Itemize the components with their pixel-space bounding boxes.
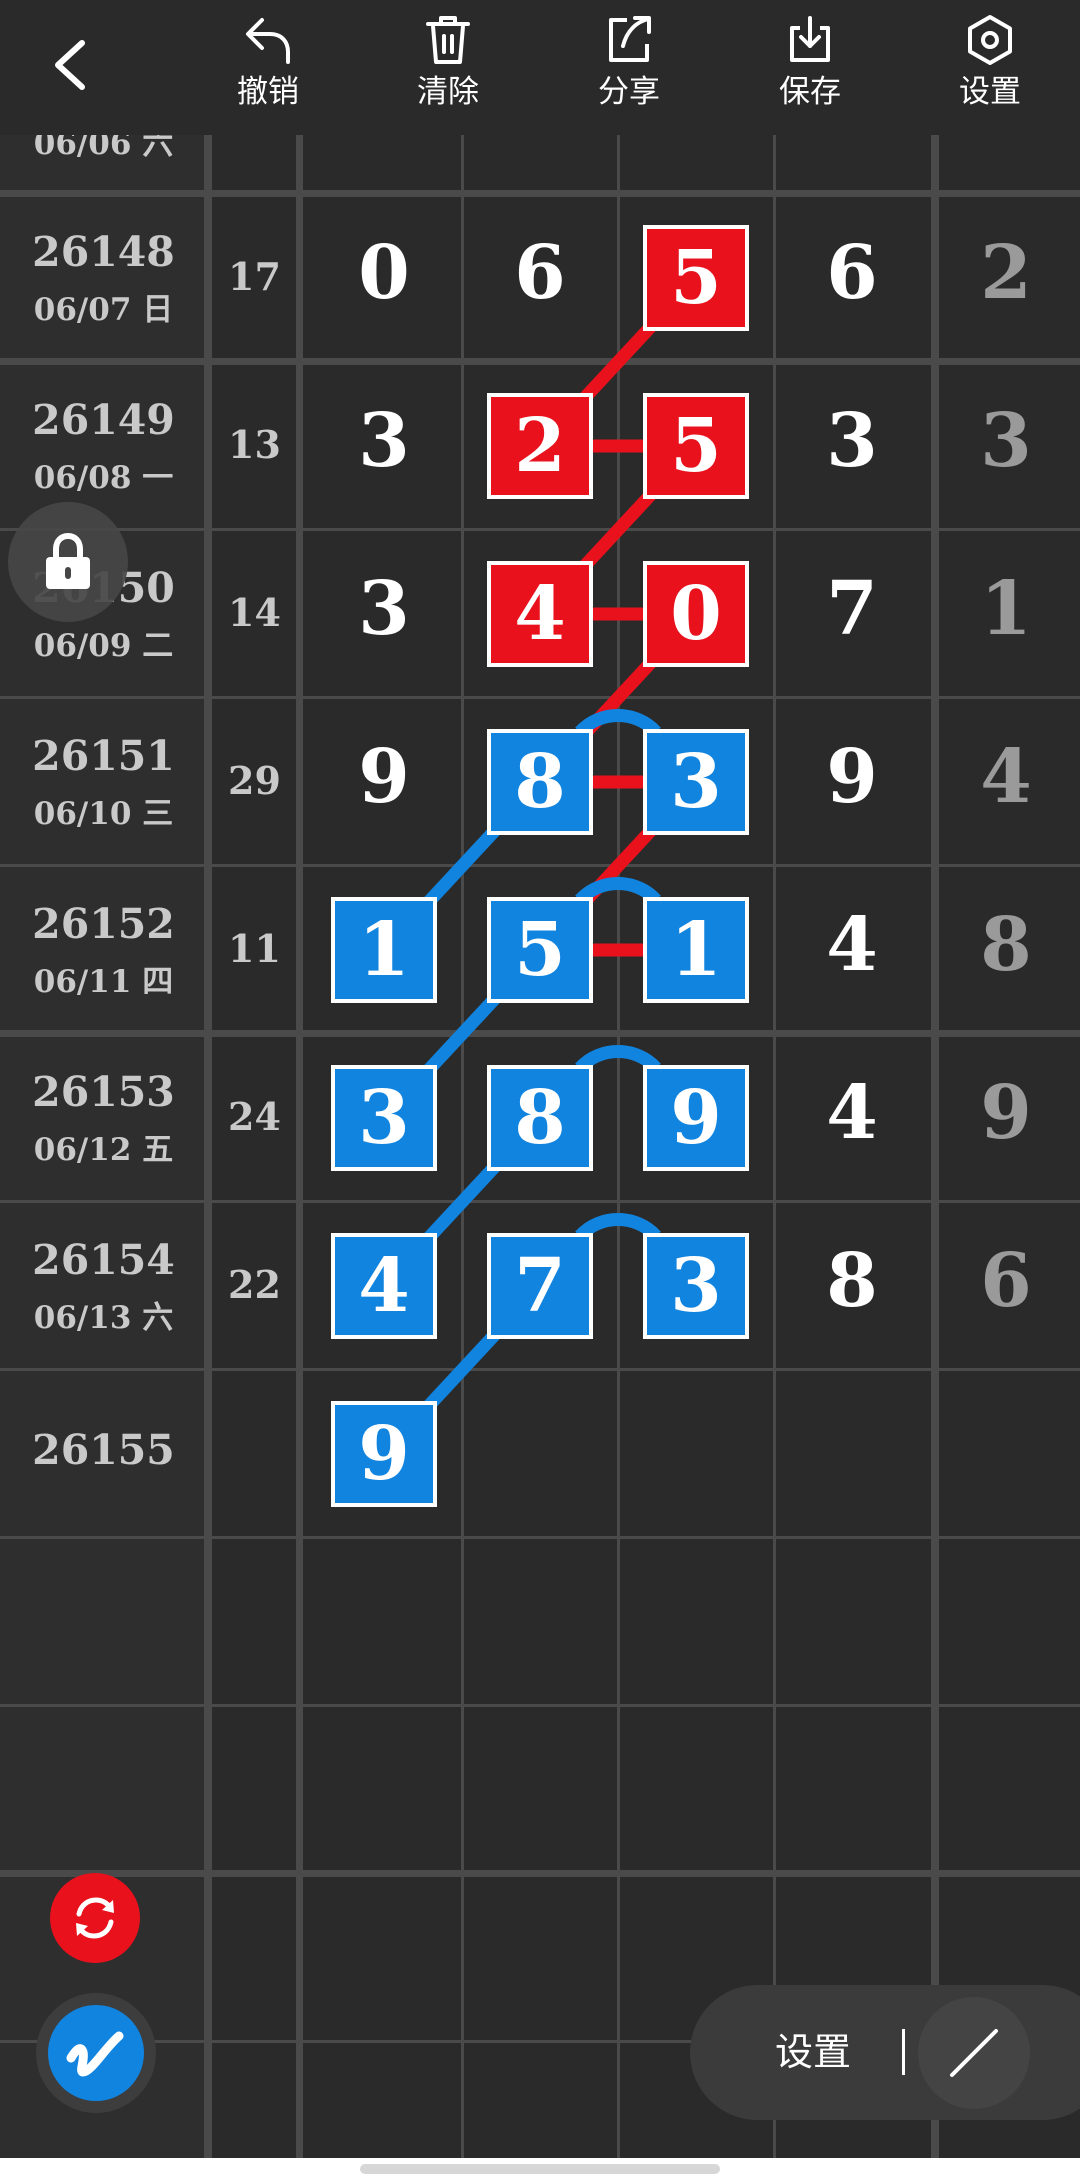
issue-date: 06/13 六 [33,1300,174,1336]
digit-cell[interactable]: 8 [797,1238,907,1324]
clear-label: 清除 [417,74,479,110]
settings-button[interactable]: 设置 [930,12,1050,127]
sum-value: 13 [228,422,281,467]
issue-date: 06/07 日 [33,292,174,328]
pen-tool-button[interactable] [36,1993,156,2113]
sum-value: 14 [228,590,281,635]
blue-highlight-box[interactable]: 8 [487,1065,593,1171]
blue-highlight-box[interactable]: 8 [487,729,593,835]
blue-highlight-box[interactable]: 9 [331,1401,437,1507]
pill-settings-button[interactable]: 设置 [775,1985,851,2120]
blue-highlight-box[interactable]: 5 [487,897,593,1003]
digit-cell[interactable]: 7 [797,566,907,652]
back-button[interactable] [40,30,100,100]
pen-tool-badge [48,2005,144,2101]
issue-number: 26149 [32,396,175,444]
blue-highlight-box[interactable]: 9 [643,1065,749,1171]
app-screen: 06/06 六 26148 06/07 日 17 0 6 5 6 2 26149 06/08 一1… [0,0,1080,2180]
share-label: 分享 [598,74,660,110]
issue-date: 06/09 二 [33,628,174,664]
blue-highlight-box[interactable]: 7 [487,1233,593,1339]
red-highlight-box[interactable]: 5 [643,393,749,499]
issue-number: 26148 [32,228,175,276]
undo-button[interactable]: 撤销 [208,12,328,127]
digit-cell[interactable]: 3 [329,566,439,652]
red-highlight-box[interactable]: 0 [643,561,749,667]
issue-number: 26155 [32,1426,175,1474]
digit-cell[interactable]: 6 [797,230,907,316]
issue-date: 06/10 三 [33,796,174,832]
lock-button[interactable] [8,502,128,622]
red-highlight-box[interactable]: 4 [487,561,593,667]
pill-divider [902,2029,905,2075]
pen-logo-icon [66,2031,124,2077]
trash-icon [426,16,470,64]
trend-chart-grid: 06/06 六 26148 06/07 日 17 0 6 5 6 2 26149 06/08 一1… [0,0,1080,2180]
share-button[interactable]: 分享 [569,12,689,127]
share-icon [609,16,651,62]
save-label: 保存 [779,74,841,110]
lock-icon [46,532,90,589]
blue-highlight-box[interactable]: 3 [643,729,749,835]
line-tool-button[interactable] [918,1997,1030,2109]
digit-cell[interactable]: 6 [485,230,595,316]
digit-cell-extra[interactable]: 2 [951,230,1061,316]
undo-icon [246,18,290,64]
blue-highlight-box[interactable]: 1 [643,897,749,1003]
red-highlight-box[interactable]: 2 [487,393,593,499]
digit-cell[interactable]: 3 [329,398,439,484]
refresh-button[interactable] [50,1873,140,1963]
blue-highlight-box[interactable]: 4 [331,1233,437,1339]
sum-value: 11 [228,926,281,971]
digit-cell[interactable]: 9 [797,734,907,820]
issue-date: 06/08 一 [33,460,174,496]
sum-value: 24 [228,1094,281,1139]
issue-date: 06/12 五 [33,1132,174,1168]
digit-cell-extra[interactable]: 1 [951,566,1061,652]
top-toolbar: 撤销 清除 分享 保存 设置 [0,0,1080,135]
save-button[interactable]: 保存 [750,12,870,127]
digit-cell[interactable]: 4 [797,1070,907,1156]
digit-cell-extra[interactable]: 3 [951,398,1061,484]
line-tool-icon [950,2029,998,2077]
digit-cell-extra[interactable]: 9 [951,1070,1061,1156]
sum-value: 17 [228,254,281,299]
issue-number: 26151 [32,732,175,780]
chevron-left-icon [55,40,85,90]
digit-cell[interactable]: 3 [797,398,907,484]
digit-cell-extra[interactable]: 6 [951,1238,1061,1324]
digit-cell-extra[interactable]: 4 [951,734,1061,820]
red-highlight-box[interactable]: 5 [643,225,749,331]
digit-cell-extra[interactable]: 8 [951,902,1061,988]
blue-highlight-box[interactable]: 1 [331,897,437,1003]
issue-date: 06/11 四 [33,964,174,1000]
digit-cell[interactable]: 4 [797,902,907,988]
hexagon-gear-icon [968,15,1012,65]
issue-number: 26153 [32,1068,175,1116]
issue-number: 26154 [32,1236,175,1284]
settings-label: 设置 [959,74,1021,110]
refresh-icon [76,1897,114,1939]
digit-cell[interactable]: 9 [329,734,439,820]
clear-button[interactable]: 清除 [388,12,508,127]
home-indicator[interactable] [360,2164,720,2174]
download-icon [790,16,830,62]
undo-label: 撤销 [237,74,299,110]
sum-value: 29 [228,758,281,803]
digit-cell[interactable]: 0 [329,230,439,316]
sum-value: 22 [228,1262,281,1307]
drawing-settings-pill: 设置 [690,1985,1080,2120]
issue-number: 26152 [32,900,175,948]
blue-highlight-box[interactable]: 3 [643,1233,749,1339]
blue-highlight-box[interactable]: 3 [331,1065,437,1171]
